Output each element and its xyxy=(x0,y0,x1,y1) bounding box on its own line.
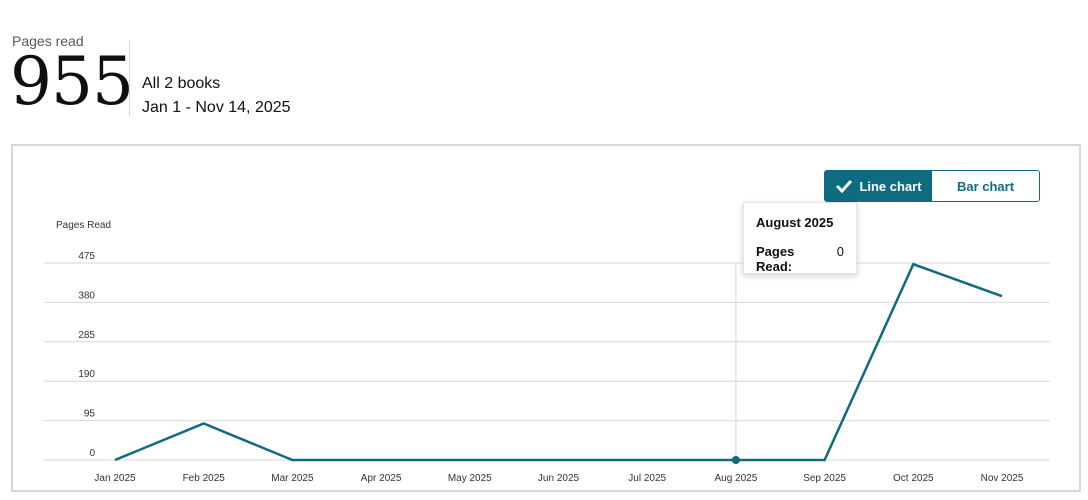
x-tick-labels: Jan 2025 Feb 2025 Mar 2025 Apr 2025 May 2025… xyxy=(94,473,1023,484)
pages-read-total: 955 xyxy=(10,43,134,120)
grid-lines xyxy=(44,262,1050,461)
x-tick-label: Oct 2025 xyxy=(893,473,934,484)
line-chart-button[interactable]: Line chart xyxy=(825,171,932,201)
line-chart-label: Line chart xyxy=(859,178,922,194)
x-tick-label: Jun 2025 xyxy=(538,473,580,484)
tooltip-key: Pages Read: xyxy=(756,244,795,274)
checkmark-icon xyxy=(836,179,853,193)
tooltip-title: August 2025 xyxy=(756,215,834,230)
chart-type-toggle: Line chart Bar chart xyxy=(824,170,1040,202)
x-tick-label: Aug 2025 xyxy=(714,473,757,484)
x-tick-label: May 2025 xyxy=(448,473,492,484)
x-tick-label: Jul 2025 xyxy=(628,473,666,484)
x-tick-label: Mar 2025 xyxy=(271,473,314,484)
series-line xyxy=(114,262,1003,462)
chart-card: Pages Read 0 95 190 285 380 475 Jan 2025 Feb 2… xyxy=(11,144,1081,492)
books-filter-label: All 2 books xyxy=(142,75,221,92)
x-tick-label: Jan 2025 xyxy=(94,473,136,484)
x-tick-label: Sep 2025 xyxy=(803,473,846,484)
reading-summary: Pages read 955 All 2 books Jan 1 - Nov 1… xyxy=(0,0,1088,140)
y-axis-title: Pages Read xyxy=(56,220,111,231)
y-tick-label: 95 xyxy=(84,409,96,420)
tooltip-row: Pages Read: 0 xyxy=(756,244,844,274)
x-tick-label: Apr 2025 xyxy=(361,473,402,484)
y-tick-label: 0 xyxy=(89,448,95,459)
x-tick-label: Feb 2025 xyxy=(183,473,226,484)
y-tick-label: 475 xyxy=(78,251,95,262)
tooltip-value: 0 xyxy=(836,244,844,259)
series-lines xyxy=(114,262,1003,464)
chart-tooltip: August 2025 Pages Read: 0 xyxy=(743,202,857,274)
date-range-label: Jan 1 - Nov 14, 2025 xyxy=(142,99,291,116)
bar-chart-button[interactable]: Bar chart xyxy=(932,171,1039,201)
y-tick-label: 380 xyxy=(78,290,95,301)
highlighted-point[interactable] xyxy=(731,456,740,464)
bar-chart-label: Bar chart xyxy=(956,178,1015,194)
x-tick-label: Nov 2025 xyxy=(981,473,1024,484)
summary-divider xyxy=(129,40,130,116)
y-tick-labels: 0 95 190 285 380 475 xyxy=(78,251,95,459)
y-tick-label: 190 xyxy=(78,369,95,380)
y-tick-label: 285 xyxy=(78,330,95,341)
